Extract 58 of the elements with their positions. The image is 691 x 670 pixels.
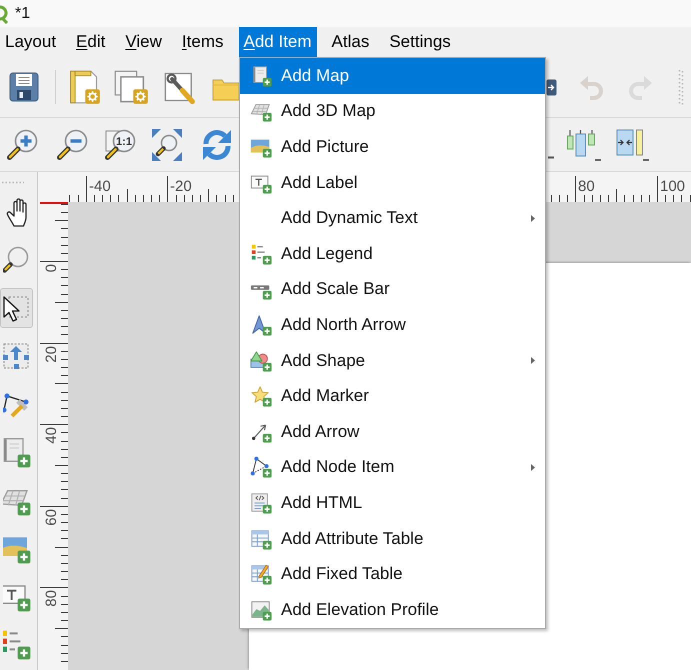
legend-plus-icon (2, 628, 30, 660)
grip-handle-icon[interactable] (678, 69, 684, 105)
ruler-label: -20 (170, 178, 192, 195)
menu-item[interactable]: Add North Arrow (240, 307, 545, 343)
menu-item[interactable]: Add Map (240, 58, 545, 94)
menu-item[interactable]: Add Node Item (240, 450, 545, 486)
arrow-box-icon[interactable] (546, 78, 557, 96)
ruler-label: 80 (43, 590, 60, 607)
menu-item[interactable]: Add Shape (240, 342, 545, 378)
menu-bar-item[interactable]: Edit (71, 27, 110, 57)
menu-item[interactable]: Add Label (240, 164, 545, 200)
ruler-label: 20 (43, 346, 60, 363)
menu-bar-item[interactable]: View (120, 27, 167, 57)
menu-bar-item[interactable]: Layout (0, 27, 62, 57)
star-plus-icon (250, 385, 272, 408)
page-plus-icon (2, 436, 30, 468)
dropdown-indicator-icon[interactable] (548, 156, 554, 159)
table-plus-icon (250, 528, 272, 550)
logo-icon (0, 4, 8, 24)
menu-item[interactable]: Add Fixed Table (240, 556, 545, 592)
ruler-label: -40 (89, 178, 111, 195)
window-title: *1 (15, 4, 30, 22)
ruler-label: 80 (578, 178, 595, 195)
page-plus-icon (250, 64, 272, 87)
shapes-plus-icon (250, 350, 272, 372)
menu-item[interactable]: Add Picture (240, 129, 545, 165)
menu-item[interactable]: Add Attribute Table (240, 520, 545, 556)
menu-bar-item[interactable]: Items (176, 27, 228, 57)
north-arrow-plus-icon (250, 314, 272, 336)
zoom-full-icon[interactable] (150, 126, 184, 162)
menu-item[interactable]: Add Marker (240, 378, 545, 414)
ruler-label: 0 (43, 264, 60, 272)
zoom-in-icon[interactable] (5, 126, 39, 162)
menu-item[interactable]: Add Legend (240, 236, 545, 272)
menu-item[interactable]: Add 3D Map (240, 94, 545, 130)
menu-item[interactable]: Add Arrow (240, 414, 545, 450)
menu-bar-item[interactable]: Settings (384, 27, 456, 57)
area-chart-plus-icon (250, 598, 272, 621)
menu-item[interactable]: Add Scale Bar (240, 272, 545, 308)
menu-item[interactable]: Add Elevation Profile (240, 592, 545, 628)
resize-icon[interactable] (616, 126, 652, 162)
pages-gear-icon[interactable] (113, 69, 149, 105)
menu-bar-item[interactable]: Add Item (238, 27, 317, 57)
ruler-label: 40 (43, 427, 60, 444)
zoom-out-icon[interactable] (55, 126, 89, 162)
nodes-plus-icon (250, 456, 272, 478)
ruler-label: 100 (660, 178, 686, 195)
menu-item[interactable]: Add HTML (240, 485, 545, 521)
legend-plus-icon (250, 242, 272, 265)
table-pencil-plus-icon (250, 563, 272, 586)
code-document-plus-icon (250, 492, 272, 514)
tool-button[interactable] (0, 288, 33, 328)
ruler-label: 60 (43, 509, 60, 526)
menu-item[interactable]: Add Dynamic Text (240, 200, 545, 236)
cursor-marker (40, 202, 68, 204)
save-icon[interactable] (8, 70, 40, 104)
grip-handle-icon[interactable] (1, 181, 25, 184)
menu-bar-item[interactable]: Atlas (326, 27, 374, 57)
